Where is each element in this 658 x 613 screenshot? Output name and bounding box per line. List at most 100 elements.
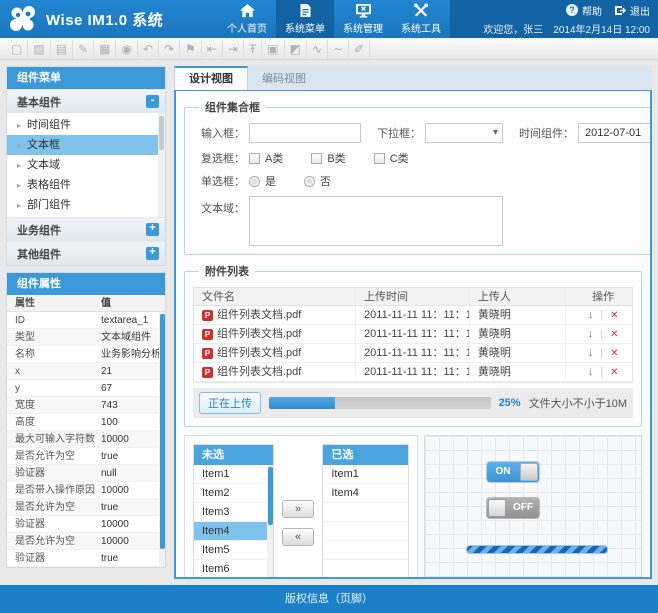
text-format-icon[interactable]: Ŧ (244, 40, 262, 58)
nav-item-system-tools[interactable]: 系统工具 (392, 0, 450, 38)
download-icon[interactable]: ↓ (588, 325, 594, 343)
outdent-icon[interactable]: ⇤ (202, 40, 223, 58)
collapse-icon[interactable]: - (146, 95, 159, 108)
page-footer: 版权信息（页脚） (0, 585, 658, 613)
publish-icon[interactable]: ◉ (116, 40, 137, 58)
redo-icon[interactable]: ↷ (159, 40, 180, 58)
nav-item-system-menu[interactable]: 系统菜单 (276, 0, 334, 38)
attachment-row: P组件列表文档.pdf 2011-11-11 11：11：11 黄晓明 ↓|✕ (194, 344, 632, 363)
property-row[interactable]: 是否带入操作原因 10000 (7, 482, 165, 499)
open-folder-icon[interactable]: ▧ (28, 40, 50, 58)
group-basic-components[interactable]: 基本组件 - (7, 89, 165, 113)
transfer-list-item[interactable]: Item5 (194, 541, 273, 560)
arrow-bullet-icon: ▸ (17, 161, 21, 170)
delete-icon[interactable]: ✕ (610, 344, 618, 362)
edit-icon[interactable]: ✎ (73, 40, 94, 58)
list-scrollbar-thumb[interactable] (268, 467, 273, 525)
property-row[interactable]: 最大可输入字符数 10000 (7, 431, 165, 448)
nav-item-system-admin[interactable]: 系统管理 (334, 0, 392, 38)
toggle-knob (520, 463, 538, 481)
flag-icon[interactable]: ⚑ (180, 40, 202, 58)
property-row[interactable]: 验证器 null (7, 465, 165, 482)
component-menu-item[interactable]: ▸部门组件 (7, 195, 165, 215)
save-icon[interactable]: ▤ (51, 40, 73, 58)
property-row[interactable]: 宽度 743 (7, 397, 165, 414)
radio-group-label: 单选框： (193, 173, 245, 189)
tab-code-view[interactable]: 编码视图 (248, 66, 320, 90)
undo-icon[interactable]: ↶ (138, 40, 159, 58)
menu-scrollbar[interactable] (158, 113, 165, 217)
expand-icon[interactable]: + (146, 223, 159, 236)
info-doc-icon[interactable]: ◩ (285, 40, 307, 58)
property-row[interactable]: 验证器 true (7, 550, 165, 567)
textarea-input[interactable] (249, 196, 503, 246)
property-row[interactable]: 是否允许为空 10000 (7, 533, 165, 550)
move-right-button[interactable]: » (282, 500, 314, 518)
transfer-list-item[interactable]: Item1 (194, 465, 273, 484)
properties-scrollbar[interactable] (159, 312, 165, 567)
line-chart-icon[interactable]: ∿ (307, 40, 328, 58)
transfer-list-item[interactable]: Item2 (194, 484, 273, 503)
uploading-button[interactable]: 正在上传 (199, 392, 261, 414)
component-menu-item[interactable]: ▸时间组件 (7, 115, 165, 135)
properties-scrollbar-thumb[interactable] (160, 314, 165, 549)
group-business-components[interactable]: 业务组件 + (7, 217, 165, 241)
indent-icon[interactable]: ⇥ (223, 40, 244, 58)
transfer-list-item[interactable]: Item4 (323, 484, 408, 503)
logout-button[interactable]: 退出 (614, 3, 650, 18)
component-menu-item[interactable]: ▸表格组件 (7, 175, 165, 195)
property-row[interactable]: ID textarea_1 (7, 312, 165, 329)
action-divider: | (600, 325, 603, 343)
dropdown-select[interactable]: ▾ (425, 123, 503, 143)
tab-design-view[interactable]: 设计视图 (174, 66, 248, 90)
logout-icon (614, 5, 626, 16)
attachment-list-legend: 附件列表 (199, 263, 255, 279)
property-row[interactable]: x 21 (7, 363, 165, 380)
nav-item-home[interactable]: 个人首页 (218, 0, 276, 38)
footer-text: 版权信息（页脚） (285, 593, 373, 605)
checkbox-option[interactable]: C类 (374, 150, 409, 166)
delete-icon[interactable]: ✕ (610, 363, 618, 381)
download-icon[interactable]: ↓ (588, 344, 594, 362)
transfer-list-item[interactable]: Item3 (194, 503, 273, 522)
date-input[interactable]: 2012-07-01 ▦ (578, 123, 652, 143)
delete-icon[interactable]: ▦ (94, 40, 116, 58)
radio-option[interactable]: 否 (304, 173, 331, 189)
expand-icon[interactable]: + (146, 247, 159, 260)
toggle-switch-off[interactable]: OFF (487, 498, 539, 518)
transfer-list-item[interactable]: Item1 (323, 465, 408, 484)
lock-doc-icon[interactable]: ▣ (262, 40, 284, 58)
new-file-icon[interactable]: ▢ (6, 40, 28, 58)
curve-chart-icon[interactable]: ∼ (328, 40, 349, 58)
list-scrollbar[interactable] (267, 465, 273, 579)
property-row[interactable]: 验证器 10000 (7, 516, 165, 533)
property-row[interactable]: 名称 业务影响分析说明 (7, 346, 165, 363)
component-menu-item[interactable]: ▸文本域 (7, 155, 165, 175)
move-left-button[interactable]: « (282, 528, 314, 546)
property-row[interactable]: y 67 (7, 380, 165, 397)
menu-scrollbar-thumb[interactable] (159, 116, 164, 150)
property-name: 高度 (7, 414, 95, 430)
transfer-list-item[interactable]: Item6 (194, 560, 273, 579)
delete-icon[interactable]: ✕ (610, 306, 618, 324)
toggle-switch-on[interactable]: ON (487, 462, 539, 482)
transfer-list-item[interactable]: Item4 (194, 522, 273, 541)
text-input[interactable] (249, 123, 361, 143)
help-button[interactable]: ? 帮助 (566, 3, 602, 18)
property-row[interactable]: 类型 文本域组件 (7, 329, 165, 346)
group-other-components[interactable]: 其他组件 + (7, 241, 165, 265)
download-icon[interactable]: ↓ (588, 363, 594, 381)
pencil-icon[interactable]: ✐ (349, 40, 370, 58)
delete-icon[interactable]: ✕ (610, 325, 618, 343)
property-row[interactable]: 是否允许为空 true (7, 499, 165, 516)
property-value: 文本域组件 (95, 329, 165, 345)
download-icon[interactable]: ↓ (588, 306, 594, 324)
checkbox-option[interactable]: A类 (249, 150, 283, 166)
radio-option[interactable]: 是 (249, 173, 276, 189)
component-menu-item[interactable]: ▸文本框 (7, 135, 165, 155)
attachment-uploader: 黄晓明 (470, 344, 566, 362)
property-row[interactable]: 高度 100 (7, 414, 165, 431)
property-row[interactable]: 是否允许为空 true (7, 448, 165, 465)
checkbox-option[interactable]: B类 (311, 150, 345, 166)
canvas-grid-panel: ON OFF (424, 435, 642, 579)
